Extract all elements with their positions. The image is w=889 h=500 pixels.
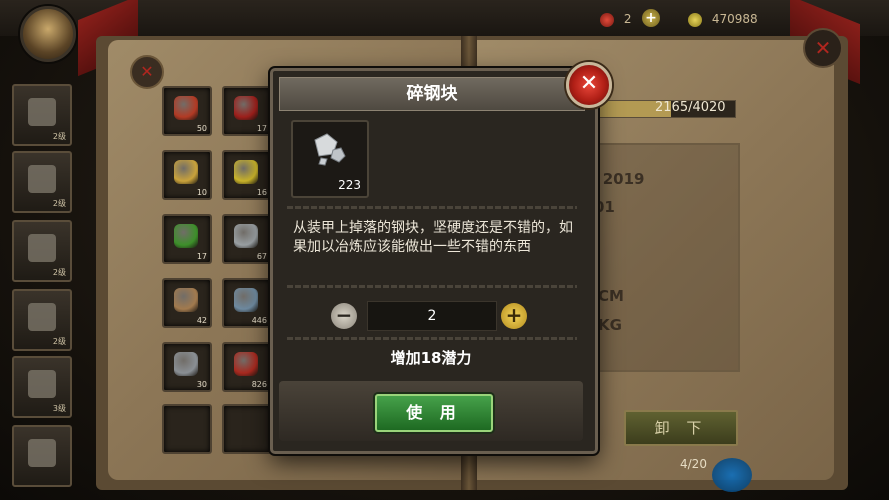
player-avatar[interactable] (20, 6, 76, 62)
use-button[interactable]: 使 用 (375, 394, 493, 432)
add-gems-button[interactable]: + (642, 9, 660, 27)
equipment-icon (28, 303, 56, 331)
category-level: 2级 (52, 268, 66, 277)
potential-gain-text: 增加18潜力 (390, 349, 472, 367)
quantity-input[interactable]: 2 (367, 301, 497, 331)
equipment-icon (28, 370, 56, 398)
close-x-icon[interactable]: ✕ (566, 62, 612, 108)
item-count: 42 (196, 316, 207, 325)
steel-chunk-icon (314, 133, 346, 166)
item-count: 17 (256, 124, 267, 133)
inventory-slot[interactable]: 16 (222, 150, 272, 200)
item-count: 826 (251, 380, 267, 389)
inventory-slot[interactable] (162, 404, 212, 454)
category-level: 2级 (52, 132, 66, 141)
inventory-slot[interactable]: 17 (222, 86, 272, 136)
category-tab[interactable]: 2级 (12, 289, 72, 351)
category-level: 2级 (52, 199, 66, 208)
inventory-slot[interactable]: 17 (162, 214, 212, 264)
ruby-icon (600, 12, 614, 27)
decrease-button[interactable]: − (331, 303, 357, 329)
dialog-title: 碎钢块 (279, 77, 585, 111)
book-close-icon[interactable]: ✕ (130, 55, 164, 89)
resource-gold-value: 470988 (711, 12, 758, 26)
category-tab[interactable]: 2级 (12, 84, 72, 146)
inventory-slot[interactable]: 50 (162, 86, 212, 136)
unload-button[interactable]: 卸 下 (624, 410, 738, 446)
inventory-slot[interactable]: 10 (162, 150, 212, 200)
item-detail-dialog: 碎钢块 223 从装甲上掉落的钢块，坚硬度还是不错的，如果加以冶炼应该能做出一些… (270, 68, 598, 454)
category-tab[interactable]: 3级 (12, 356, 72, 418)
inventory-slot[interactable]: 30 (162, 342, 212, 392)
item-quantity: 223 (338, 178, 361, 192)
item-count: 30 (196, 380, 207, 389)
equipment-icon (28, 165, 56, 193)
inventory-slot[interactable]: 446 (222, 278, 272, 328)
game-screen: 2 + 470988 ✕ ✕ 2级 2级 2级 2级 3级 50 17 10 16 17 67 42… (0, 0, 889, 500)
equipment-icon (28, 234, 56, 262)
item-count: 17 (196, 252, 207, 261)
category-tab[interactable]: 2级 (12, 220, 72, 282)
divider (287, 337, 577, 340)
info-line-1: / 2019 (592, 170, 645, 188)
item-count: 10 (196, 188, 207, 197)
item-icon (174, 288, 198, 312)
inventory-slot[interactable]: 42 (162, 278, 212, 328)
item-icon (174, 352, 198, 376)
item-icon (174, 224, 198, 248)
inventory-slot[interactable]: 67 (222, 214, 272, 264)
item-icon-box: 223 (291, 120, 369, 198)
item-icon (234, 160, 258, 184)
item-count: 446 (251, 316, 267, 325)
item-icon (234, 224, 258, 248)
inventory-slot[interactable]: 826 (222, 342, 272, 392)
resource-gems-value: 2 (623, 12, 632, 26)
item-icon (234, 96, 258, 120)
item-icon (234, 352, 258, 376)
item-icon (174, 96, 198, 120)
screen-close-icon[interactable]: ✕ (803, 28, 843, 68)
resource-gems: 2 (600, 10, 631, 28)
item-count: 50 (196, 124, 207, 133)
info-line-4: KG (598, 316, 622, 334)
equipment-icon (28, 98, 56, 126)
resource-gold: 470988 (688, 10, 758, 28)
info-line-3: CM (598, 287, 624, 305)
coin-icon (688, 12, 702, 27)
item-count: 67 (256, 252, 267, 261)
category-level: 3级 (52, 404, 66, 413)
equipment-icon (28, 439, 56, 467)
divider (287, 285, 577, 288)
inventory-slot[interactable] (222, 404, 272, 454)
category-tab[interactable] (12, 425, 72, 487)
item-icon (234, 288, 258, 312)
increase-button[interactable]: + (501, 303, 527, 329)
watermark-logo (712, 458, 752, 492)
item-icon (174, 160, 198, 184)
category-level: 2级 (52, 337, 66, 346)
category-tab[interactable]: 2级 (12, 151, 72, 213)
item-description: 从装甲上掉落的钢块，坚硬度还是不错的，如果加以冶炼应该能做出一些不错的东西 (293, 220, 573, 255)
page-indicator: 4/20 (680, 457, 707, 471)
divider (287, 206, 577, 209)
progress-text: 2165/4020 (655, 100, 726, 115)
item-count: 16 (256, 188, 267, 197)
